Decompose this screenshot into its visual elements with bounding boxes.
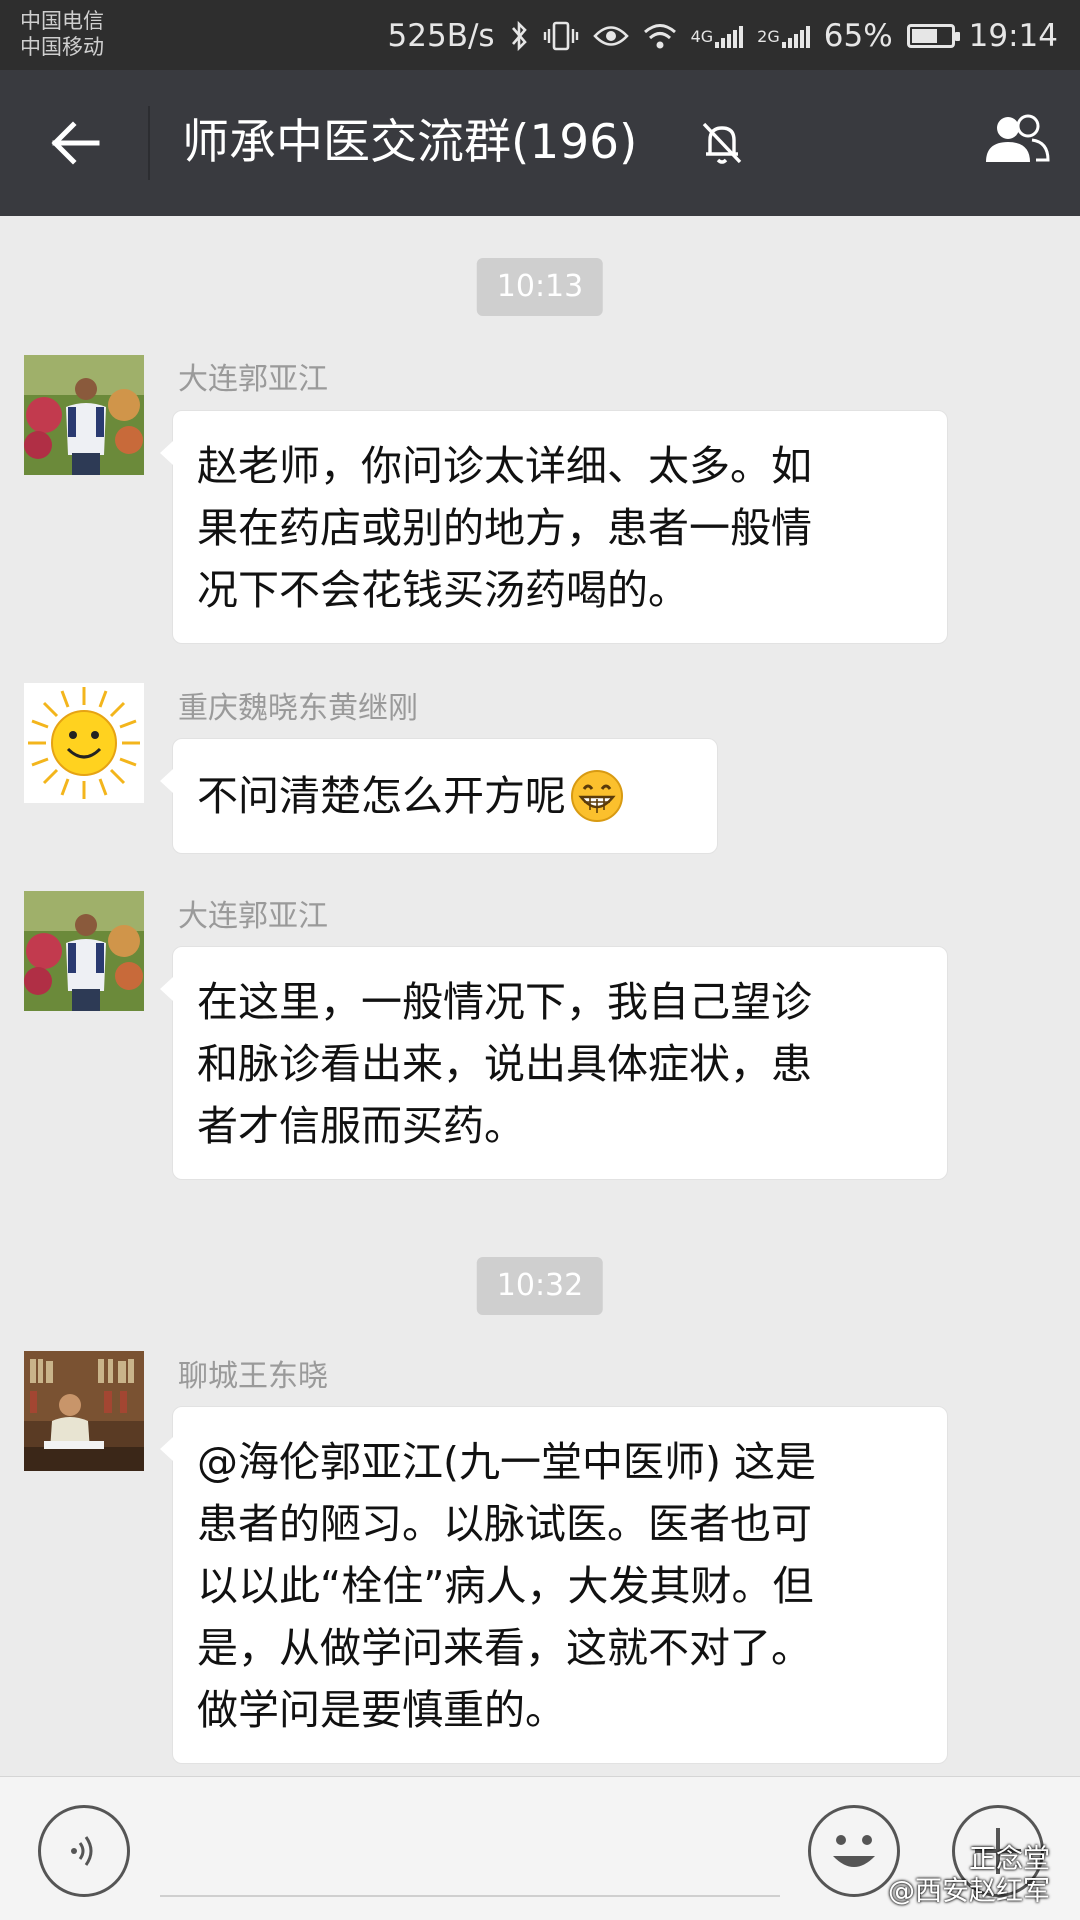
photo-man-outdoor: [24, 355, 144, 475]
message-line: 以以此“栓住”病人，大发其财。但: [197, 1562, 814, 1610]
photo-man-library: [24, 1351, 144, 1471]
message-bubble[interactable]: 在这里，一般情况下，我自己望诊 和脉诊看出来，说出具体症状，患 者才信服而买药。: [160, 946, 948, 1180]
clock: 19:14: [968, 18, 1058, 54]
message-line: 是，从做学问来看，这就不对了。: [197, 1624, 812, 1672]
avatar[interactable]: [24, 1351, 144, 1471]
status-bar: 中国电信 中国移动 525B/s 4G 2G 65% 19:14: [0, 0, 1080, 70]
carrier-info: 中国电信 中国移动: [20, 8, 104, 60]
message-line: 在这里，一般情况下，我自己望诊: [197, 978, 812, 1026]
message-line: 做学问是要慎重的。: [197, 1686, 566, 1734]
carrier-1: 中国电信: [20, 9, 104, 33]
network-2g: 2G: [757, 24, 810, 48]
emoji-button[interactable]: [808, 1805, 900, 1897]
back-button[interactable]: [40, 110, 110, 176]
avatar[interactable]: [24, 683, 144, 803]
emoji-icon: [833, 1835, 875, 1867]
chat-header: 师承中医交流群(196): [0, 70, 1080, 216]
watermark: 正念堂 @西安赵红军: [888, 1844, 1050, 1908]
message-line: 赵老师，你问诊太详细、太多。如: [197, 442, 812, 490]
header-divider: [148, 106, 150, 180]
message-line: 者才信服而买药。: [197, 1102, 525, 1150]
sender-name: 聊城王东晓: [178, 1359, 328, 1394]
timestamp: 10:32: [476, 1257, 604, 1315]
message-bubble[interactable]: @海伦郭亚江(九一堂中医师) 这是 患者的陋习。以脉试医。医者也可 以以此“栓住…: [160, 1406, 948, 1764]
photo-man-outdoor: [24, 891, 144, 1011]
chat-title: 师承中医交流群(196): [182, 115, 638, 170]
timestamp: 10:13: [476, 258, 604, 316]
bluetooth-icon: [511, 20, 527, 52]
avatar[interactable]: [24, 355, 144, 475]
bell-muted-icon: [702, 122, 742, 164]
battery-icon: [906, 24, 960, 48]
smiling-sun: [24, 683, 144, 803]
eye-icon: [592, 26, 629, 46]
group-members-button[interactable]: [982, 112, 1050, 172]
message-bubble[interactable]: 赵老师，你问诊太详细、太多。如 果在药店或别的地方，患者一般情 况下不会花钱买汤…: [160, 410, 948, 644]
message-bubble[interactable]: 不问清楚怎么开方呢: [160, 738, 718, 854]
wifi-icon: [643, 24, 676, 49]
sender-name: 大连郭亚江: [178, 362, 328, 397]
voice-icon: [71, 1836, 93, 1866]
avatar[interactable]: [24, 891, 144, 1011]
battery-percent: 65%: [823, 18, 893, 54]
watermark-line-2: @西安赵红军: [888, 1876, 1050, 1907]
status-icons: 525B/s 4G 2G 65% 19:14: [388, 14, 1058, 58]
mute-indicator: [700, 120, 744, 170]
message-line: 果在药店或别的地方，患者一般情: [197, 504, 812, 552]
sender-name: 大连郭亚江: [178, 899, 328, 934]
message-line: 患者的陋习。以脉试医。医者也可: [197, 1500, 812, 1548]
message-line: 况下不会花钱买汤药喝的。: [197, 566, 689, 614]
message-line: @海伦郭亚江(九一堂中医师) 这是: [197, 1438, 817, 1486]
net-speed: 525B/s: [387, 18, 495, 54]
message-line: 和脉诊看出来，说出具体症状，患: [197, 1040, 812, 1088]
group-members-icon: [986, 114, 1050, 162]
sender-name: 重庆魏晓东黄继刚: [178, 691, 418, 726]
grin-emoji: [571, 770, 623, 822]
voice-button[interactable]: [38, 1805, 130, 1897]
network-4g: 4G: [691, 24, 744, 48]
vibrate-icon: [543, 21, 578, 51]
input-bar: 正念堂 @西安赵红军: [0, 1776, 1080, 1920]
arrow-left-icon: [51, 121, 100, 165]
carrier-2: 中国移动: [20, 35, 104, 59]
message-input[interactable]: [160, 1895, 780, 1897]
message-line: 不问清楚怎么开方呢: [197, 772, 566, 820]
watermark-line-1: 正念堂: [969, 1844, 1050, 1875]
